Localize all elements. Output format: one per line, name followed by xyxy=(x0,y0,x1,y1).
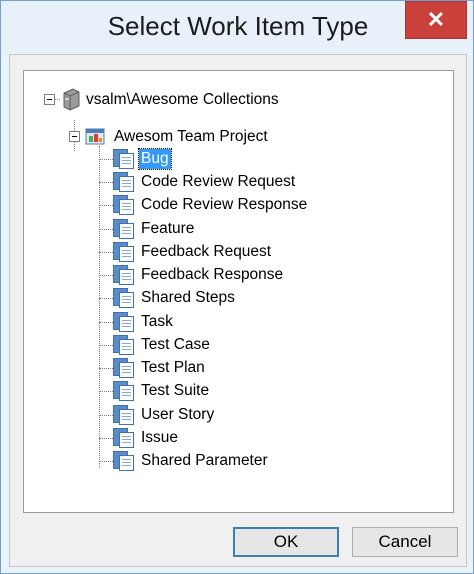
work-item-label[interactable]: Bug xyxy=(138,148,172,170)
work-item-label[interactable]: Test Suite xyxy=(141,381,209,401)
cancel-button[interactable]: Cancel xyxy=(352,527,458,557)
work-item-label[interactable]: Task xyxy=(141,312,173,332)
work-item-label[interactable]: Shared Steps xyxy=(141,288,235,308)
work-item-type-icon xyxy=(113,194,135,216)
server-icon xyxy=(63,88,80,111)
tree-connector xyxy=(99,159,113,160)
work-item-type-icon xyxy=(113,287,135,309)
tree-connector xyxy=(99,275,113,276)
work-item-type-icon xyxy=(113,380,135,402)
work-item-type-icon xyxy=(113,404,135,426)
work-item-type-icon xyxy=(113,334,135,356)
work-item-label[interactable]: Shared Parameter xyxy=(141,451,268,471)
work-item-type-icon xyxy=(113,357,135,379)
collapse-project-toggle[interactable] xyxy=(69,131,80,142)
work-item-type-icon xyxy=(113,450,135,472)
tree-connector xyxy=(99,322,113,323)
work-item-type-icon xyxy=(113,218,135,240)
collapse-server-toggle[interactable] xyxy=(44,94,55,105)
work-item-type-icon xyxy=(113,171,135,193)
work-item-label[interactable]: User Story xyxy=(141,405,214,425)
tree-connector xyxy=(99,461,113,462)
close-icon: ✕ xyxy=(426,7,446,32)
work-item-type-icon xyxy=(113,148,135,170)
work-item-type-icon xyxy=(113,311,135,333)
work-item-label[interactable]: Feedback Request xyxy=(141,242,271,262)
title-bar[interactable]: Select Work Item Type xyxy=(1,1,473,53)
server-node-label[interactable]: vsalm\Awesome Collections xyxy=(86,90,279,110)
work-item-type-icon xyxy=(113,241,135,263)
work-item-label[interactable]: Test Plan xyxy=(141,358,205,378)
tree-connector xyxy=(99,438,113,439)
tree-connector xyxy=(99,252,113,253)
work-item-label[interactable]: Test Case xyxy=(141,335,210,355)
tree-connector xyxy=(99,298,113,299)
work-item-label[interactable]: Issue xyxy=(141,428,178,448)
team-project-icon xyxy=(85,128,105,145)
close-button[interactable]: ✕ xyxy=(405,1,467,39)
tree-connector xyxy=(99,229,113,230)
ok-button[interactable]: OK xyxy=(233,527,339,557)
work-item-label[interactable]: Feature xyxy=(141,219,194,239)
work-item-label[interactable]: Code Review Request xyxy=(141,172,295,192)
tree-connector xyxy=(99,391,113,392)
dialog-client-area: vsalm\Awesome Collections Awesom Team Pr… xyxy=(9,54,467,567)
tree-connector xyxy=(99,205,113,206)
work-item-label[interactable]: Code Review Response xyxy=(141,195,307,215)
dialog-title: Select Work Item Type xyxy=(107,11,369,41)
tree-connector xyxy=(99,415,113,416)
work-item-label[interactable]: Feedback Response xyxy=(141,265,283,285)
work-item-type-icon xyxy=(113,264,135,286)
work-item-type-tree[interactable]: vsalm\Awesome Collections Awesom Team Pr… xyxy=(23,70,454,513)
project-node-label[interactable]: Awesom Team Project xyxy=(114,127,268,147)
tree-connector xyxy=(99,146,100,468)
tree-connector xyxy=(99,182,113,183)
dialog-window: Select Work Item Type ✕ vsalm\Awesome Co… xyxy=(0,0,474,574)
tree-connector xyxy=(99,368,113,369)
work-item-type-icon xyxy=(113,427,135,449)
tree-connector xyxy=(99,345,113,346)
